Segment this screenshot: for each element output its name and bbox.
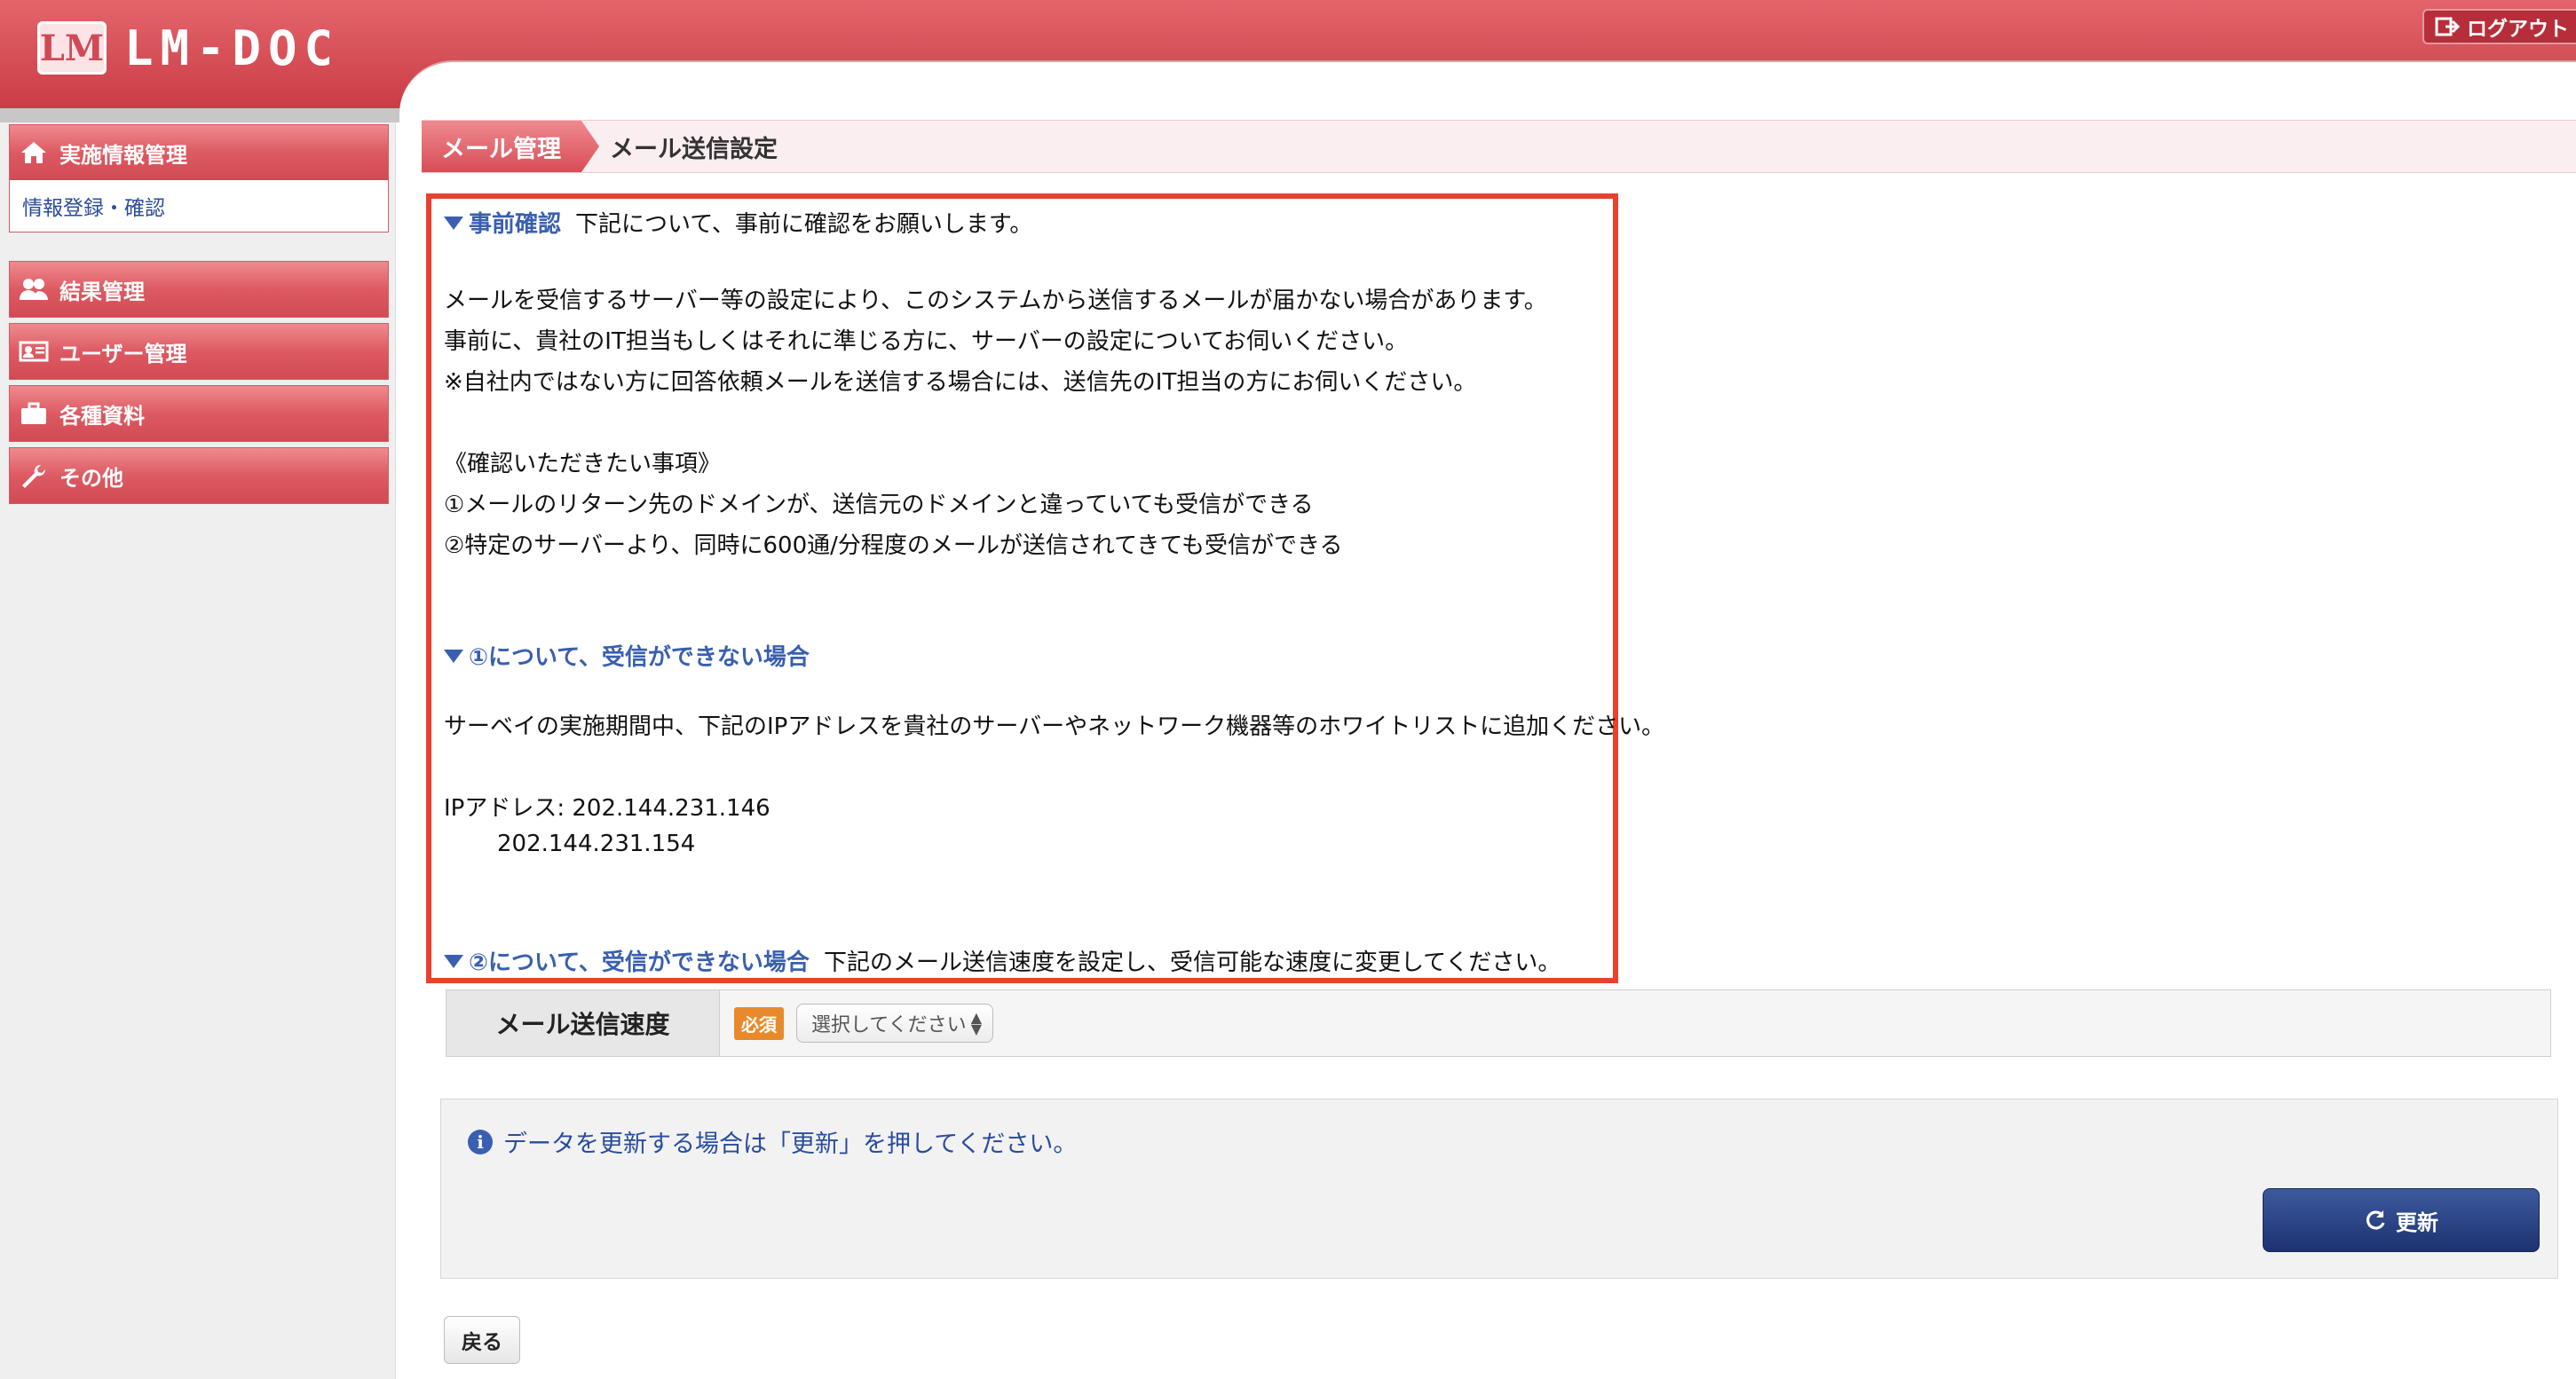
info-message: i データを更新する場合は「更新」を押してください。 bbox=[468, 1124, 1077, 1159]
sidebar-item-results[interactable]: 結果管理 bbox=[10, 262, 388, 317]
mail-speed-value: 必須 選択してください ▲ ▼ bbox=[720, 990, 993, 1056]
sidebar-item-label: ユーザー管理 bbox=[59, 341, 187, 366]
pre-check-notice: 事前確認 下記について、事前に確認をお願いします。 メールを受信するサーバー等の設… bbox=[426, 193, 1664, 983]
select-arrows-icon: ▲ ▼ bbox=[970, 1009, 982, 1037]
checklist-item: ①メールのリターン先のドメインが、送信元のドメインと違っていても受信ができる bbox=[444, 492, 1314, 518]
notice-paragraph: メールを受信するサーバー等の設定により、このシステムから送信するメールが届かない… bbox=[444, 288, 1547, 314]
update-label: 更新 bbox=[2396, 1210, 2438, 1235]
update-info-box: i データを更新する場合は「更新」を押してください。 更新 bbox=[440, 1099, 2558, 1279]
triangle-down-icon bbox=[444, 650, 463, 663]
sidebar-item-label: その他 bbox=[59, 465, 123, 491]
back-button[interactable]: 戻る bbox=[444, 1316, 520, 1364]
logo[interactable]: LM LM-DOC bbox=[37, 20, 341, 76]
sidebar-group-users: ユーザー管理 bbox=[9, 323, 389, 380]
form-row-mail-speed: メール送信速度 必須 選択してください ▲ ▼ bbox=[446, 989, 2551, 1057]
triangle-down-icon bbox=[444, 217, 463, 230]
sidebar-item-other[interactable]: その他 bbox=[10, 448, 388, 503]
update-button[interactable]: 更新 bbox=[2263, 1188, 2540, 1252]
notice-heading-case1[interactable]: ①について、受信ができない場合 bbox=[444, 639, 810, 672]
sidebar-group-documents: 各種資料 bbox=[9, 385, 389, 442]
logo-mark: LM bbox=[37, 21, 107, 75]
heading-text: 下記のメール送信速度を設定し、受信可能な速度に変更してください。 bbox=[823, 950, 1561, 976]
sidebar-group-implementation: 実施情報管理 情報登録・確認 bbox=[9, 124, 389, 232]
sidebar-item-documents[interactable]: 各種資料 bbox=[10, 386, 388, 441]
sidebar-item-label: 実施情報管理 bbox=[59, 142, 187, 168]
notice-heading-case2[interactable]: ②について、受信ができない場合 下記のメール送信速度を設定し、受信可能な速度に変更… bbox=[444, 944, 1561, 977]
briefcase-icon bbox=[21, 402, 46, 424]
checklist-title: 《確認いただきたい事項》 bbox=[444, 451, 722, 477]
sidebar-item-label: 各種資料 bbox=[59, 403, 145, 429]
info-icon: i bbox=[468, 1129, 493, 1154]
notice-paragraph: サーベイの実施期間中、下記のIPアドレスを貴社のサーバーやネットワーク機器等のホ… bbox=[444, 713, 1665, 740]
checklist-item: ②特定のサーバーより、同時に600通/分程度のメールが送信されてきても受信ができ… bbox=[444, 532, 1343, 559]
select-value: 選択してください bbox=[811, 1014, 967, 1036]
heading-label: ②について、受信ができない場合 bbox=[469, 950, 810, 976]
page-title: メール送信設定 bbox=[610, 135, 778, 163]
header-curve bbox=[399, 60, 2576, 122]
sidebar-item-users[interactable]: ユーザー管理 bbox=[10, 324, 388, 379]
sidebar-group-results: 結果管理 bbox=[9, 261, 389, 318]
notice-paragraph: ※自社内ではない方に回答依頼メールを送信する場合には、送信先のIT担当の方にお伺… bbox=[444, 369, 1477, 396]
required-badge: 必須 bbox=[734, 1006, 784, 1040]
breadcrumb: メール管理 メール送信設定 bbox=[422, 120, 2576, 173]
notice-heading-precheck: 事前確認 下記について、事前に確認をお願いします。 bbox=[444, 206, 1032, 239]
heading-label: ①について、受信ができない場合 bbox=[469, 644, 810, 671]
logout-button[interactable]: ログアウト bbox=[2422, 9, 2576, 44]
sidebar-item-label: 結果管理 bbox=[59, 279, 145, 304]
triangle-down-icon bbox=[444, 955, 463, 968]
users-icon bbox=[20, 279, 48, 300]
logout-label: ログアウト bbox=[2467, 18, 2569, 41]
sidebar-subitem-register[interactable]: 情報登録・確認 bbox=[10, 180, 388, 232]
info-message-text: データを更新する場合は「更新」を押してください。 bbox=[503, 1131, 1078, 1158]
refresh-icon bbox=[2366, 1210, 2385, 1230]
heading-label: 事前確認 bbox=[469, 211, 562, 238]
heading-text: 下記について、事前に確認をお願いします。 bbox=[575, 211, 1033, 238]
mail-speed-label: メール送信速度 bbox=[446, 990, 720, 1056]
logout-icon bbox=[2435, 17, 2460, 36]
ip-address-line: IPアドレス: 202.144.231.146 bbox=[444, 795, 770, 822]
mail-speed-select[interactable]: 選択してください ▲ ▼ bbox=[796, 1004, 993, 1043]
ip-address-line: 202.144.231.154 bbox=[497, 831, 696, 857]
sidebar-item-implementation[interactable]: 実施情報管理 bbox=[10, 125, 388, 180]
sidebar-group-other: その他 bbox=[9, 447, 389, 504]
id-card-icon bbox=[19, 341, 49, 362]
home-icon bbox=[21, 142, 46, 163]
sidebar: 実施情報管理 情報登録・確認 結果管理 ユーザー管理 各種資料 その他 bbox=[0, 122, 396, 1379]
notice-paragraph: 事前に、貴社のIT担当もしくはそれに準じる方に、サーバーの設定についてお伺いくだ… bbox=[444, 328, 1409, 355]
breadcrumb-parent[interactable]: メール管理 bbox=[422, 121, 599, 172]
wrench-icon bbox=[22, 464, 46, 488]
logo-text: LM-DOC bbox=[124, 20, 341, 76]
